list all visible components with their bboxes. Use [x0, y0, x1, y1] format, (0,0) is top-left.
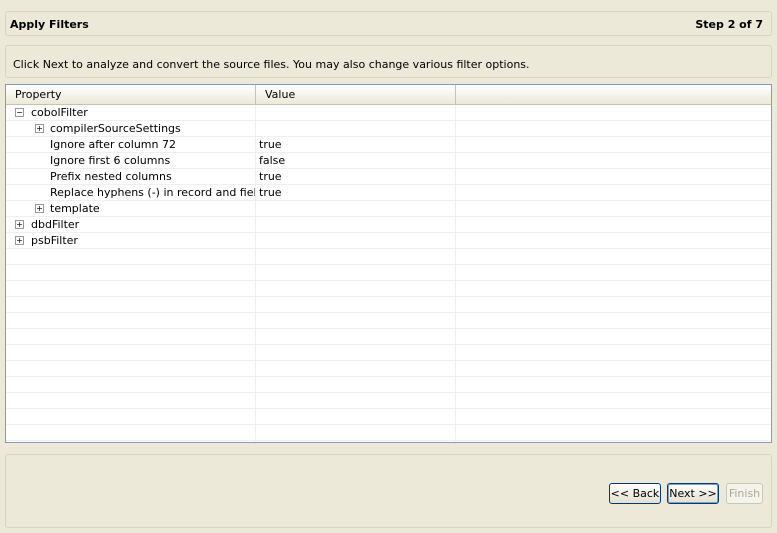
page-title: Apply Filters: [10, 18, 89, 31]
empty-row: [6, 409, 771, 425]
property-label: psbFilter: [31, 234, 78, 247]
table-row[interactable]: Replace hyphens (-) in record and field …: [6, 185, 771, 201]
property-label: Replace hyphens (-) in record and field …: [50, 186, 255, 199]
column-header-value[interactable]: Value: [256, 85, 456, 104]
property-label: Prefix nested columns: [50, 170, 172, 183]
table-row-compilersourcesettings[interactable]: + compilerSourceSettings: [6, 121, 771, 137]
description-text: Click Next to analyze and convert the so…: [13, 58, 530, 71]
empty-row: [6, 361, 771, 377]
expand-icon[interactable]: +: [15, 236, 24, 245]
table-row-dbdfilter[interactable]: + dbdFilter: [6, 217, 771, 233]
property-value[interactable]: [256, 121, 456, 136]
empty-row: [6, 393, 771, 409]
expand-icon[interactable]: +: [35, 124, 44, 133]
empty-row: [6, 441, 771, 442]
property-value[interactable]: [256, 105, 456, 120]
empty-row: [6, 377, 771, 393]
step-indicator: Step 2 of 7: [695, 18, 763, 31]
collapse-icon[interactable]: −: [15, 108, 24, 117]
property-label: Ignore first 6 columns: [50, 154, 171, 167]
property-value[interactable]: true: [256, 185, 456, 200]
property-value[interactable]: true: [256, 137, 456, 152]
table-row[interactable]: Prefix nested columns true: [6, 169, 771, 185]
expand-icon[interactable]: +: [35, 204, 44, 213]
property-label: Ignore after column 72: [50, 138, 176, 151]
property-label: dbdFilter: [31, 218, 80, 231]
table-row-cobolfilter[interactable]: − cobolFilter: [6, 105, 771, 121]
back-button[interactable]: << Back: [609, 483, 661, 504]
empty-row: [6, 249, 771, 265]
next-button[interactable]: Next >>: [667, 483, 719, 504]
description-panel: Click Next to analyze and convert the so…: [5, 45, 772, 78]
empty-row: [6, 281, 771, 297]
table-row-psbfilter[interactable]: + psbFilter: [6, 233, 771, 249]
property-label: compilerSourceSettings: [50, 122, 181, 135]
empty-row: [6, 297, 771, 313]
empty-row: [6, 265, 771, 281]
table-body: − cobolFilter + compilerSourceSettings I…: [6, 105, 771, 442]
empty-row: [6, 329, 771, 345]
empty-row: [6, 345, 771, 361]
expand-icon[interactable]: +: [15, 220, 24, 229]
property-value[interactable]: [256, 217, 456, 232]
empty-row: [6, 313, 771, 329]
wizard-header: Apply Filters Step 2 of 7: [5, 11, 772, 36]
property-value[interactable]: true: [256, 169, 456, 184]
property-value[interactable]: [256, 233, 456, 248]
column-header-property[interactable]: Property: [6, 85, 256, 104]
button-bar: << Back Next >> Finish: [5, 454, 772, 528]
table-row-template[interactable]: + template: [6, 201, 771, 217]
finish-button[interactable]: Finish: [726, 483, 763, 504]
property-label: cobolFilter: [31, 106, 88, 119]
table-row[interactable]: Ignore after column 72 true: [6, 137, 771, 153]
property-value[interactable]: false: [256, 153, 456, 168]
property-value[interactable]: [256, 201, 456, 216]
table-header: Property Value: [6, 85, 771, 105]
empty-row: [6, 425, 771, 441]
property-table[interactable]: Property Value − cobolFilter + compilerS…: [5, 84, 772, 443]
property-label: template: [50, 202, 100, 215]
table-row[interactable]: Ignore first 6 columns false: [6, 153, 771, 169]
